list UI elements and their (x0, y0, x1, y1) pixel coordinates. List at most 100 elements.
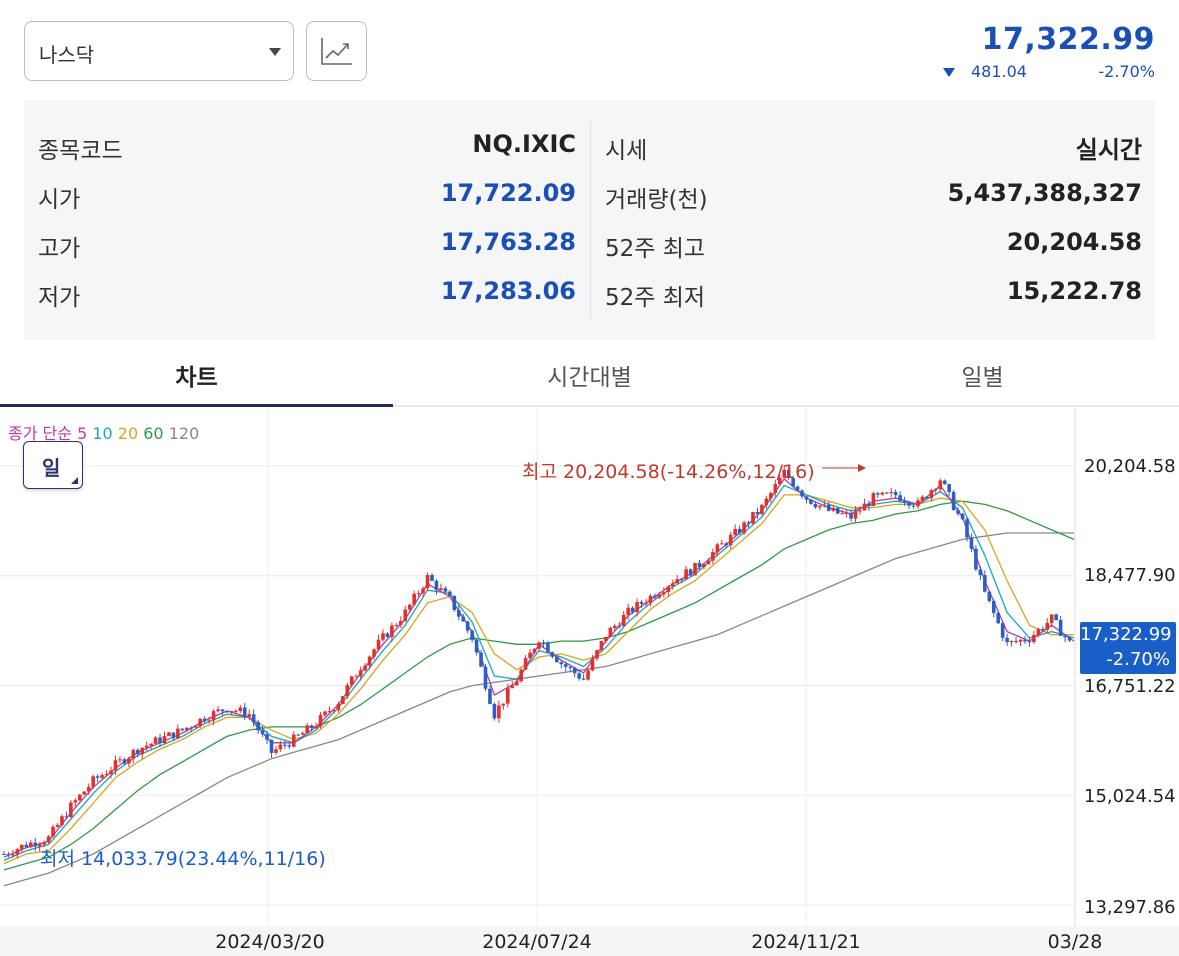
market-select[interactable]: 나스닥 (24, 21, 294, 81)
line-chart-icon (320, 38, 352, 65)
current-price-tag: 17,322.99 -2.70% (1080, 622, 1176, 674)
candle-body (702, 564, 706, 567)
candle-body (376, 639, 381, 650)
current-price: 17,322.99 (981, 22, 1155, 57)
info-label-volume: 거래량(천) (605, 187, 708, 213)
ma-lines (3, 478, 1075, 887)
candle-body (86, 786, 91, 792)
candle-body (893, 492, 898, 496)
tab-chart[interactable]: 차트 (0, 358, 393, 392)
candle-body (559, 662, 564, 665)
candle-body (715, 544, 720, 553)
candle-body (51, 826, 55, 837)
ma-line-10 (3, 484, 1075, 861)
candle-body (1027, 641, 1032, 643)
candle-body (448, 591, 452, 596)
candle-body (465, 621, 470, 631)
candle-body (497, 705, 501, 719)
candle-body (305, 725, 309, 733)
candle-body (456, 610, 461, 617)
candle-body (1009, 641, 1014, 643)
candle-body (144, 745, 149, 748)
candle-body (876, 493, 880, 495)
candle-body (630, 607, 635, 613)
candle-body (323, 711, 327, 716)
candle-body (439, 588, 443, 591)
candle-body (184, 727, 189, 731)
candle-body (274, 749, 278, 753)
candle-body (563, 664, 568, 667)
info-value-52w-low: 15,222.78 (1006, 277, 1142, 305)
candle-body (479, 652, 483, 667)
candle-body (800, 490, 804, 497)
candle-body (639, 601, 644, 604)
candle-body (82, 791, 87, 795)
candle-body (216, 709, 220, 712)
candle-body (127, 758, 131, 764)
chevron-down-icon (269, 48, 281, 56)
candle-body (91, 776, 95, 787)
candle-body (822, 504, 827, 506)
y-tick-label: 13,297.86 (1084, 897, 1176, 918)
info-label-open: 시가 (38, 187, 81, 213)
candle-body (69, 802, 73, 817)
candle-body (77, 794, 82, 801)
candle-body (510, 685, 515, 689)
candle-body (769, 492, 773, 499)
price-tag-value: 17,322.99 (1080, 624, 1172, 645)
x-tick-label: 2024/07/24 (482, 931, 592, 953)
candle-body (113, 760, 118, 771)
corner-triangle-icon (71, 477, 78, 484)
candle-body (28, 842, 33, 848)
info-label-52w-low: 52주 최저 (605, 285, 706, 311)
candle-body (1067, 637, 1072, 641)
candle-body (733, 528, 737, 535)
candle-body (728, 534, 733, 546)
tab-daily[interactable]: 일별 (786, 358, 1179, 392)
candle-body (176, 728, 180, 739)
candle-body (24, 844, 29, 848)
candle-body (260, 730, 265, 735)
candle-body (577, 673, 581, 679)
candle-body (617, 625, 622, 627)
candle-body (978, 569, 983, 576)
candle-body (385, 633, 390, 638)
chart-type-button[interactable] (306, 21, 367, 81)
candle-body (104, 774, 109, 776)
candle-body (532, 648, 537, 653)
candle-body (773, 484, 778, 493)
candle-body (318, 715, 323, 727)
info-value-52w-high: 20,204.58 (1006, 228, 1142, 256)
candle-body (1023, 639, 1027, 642)
candle-body (1058, 620, 1063, 636)
candle-body (635, 601, 639, 613)
candle-body (60, 816, 64, 825)
candle-body (291, 734, 296, 747)
candle-body (737, 528, 742, 534)
candle-body (278, 744, 283, 750)
info-value-quote: 실시간 (1075, 136, 1142, 164)
period-button[interactable]: 일 (23, 441, 83, 489)
candle-body (804, 496, 809, 500)
candle-body (550, 652, 555, 657)
candle-body (95, 776, 100, 778)
candle-body (644, 603, 648, 605)
candle-body (265, 734, 269, 740)
candle-body (242, 707, 247, 717)
candle-body (2, 854, 6, 856)
candle-body (991, 600, 996, 613)
candle-body (189, 727, 194, 729)
candle-body (1032, 635, 1036, 642)
candle-body (349, 676, 354, 686)
candle-body (73, 800, 78, 803)
candle-body (287, 745, 292, 747)
candle-body (760, 504, 764, 514)
candle-body (956, 510, 960, 514)
candle-body (283, 744, 287, 746)
candle-body (474, 639, 479, 653)
candle-body (884, 492, 889, 494)
candle-body (412, 593, 416, 605)
candle-body (461, 616, 466, 622)
tab-hourly[interactable]: 시간대별 (393, 358, 786, 392)
candle-body (158, 737, 162, 744)
